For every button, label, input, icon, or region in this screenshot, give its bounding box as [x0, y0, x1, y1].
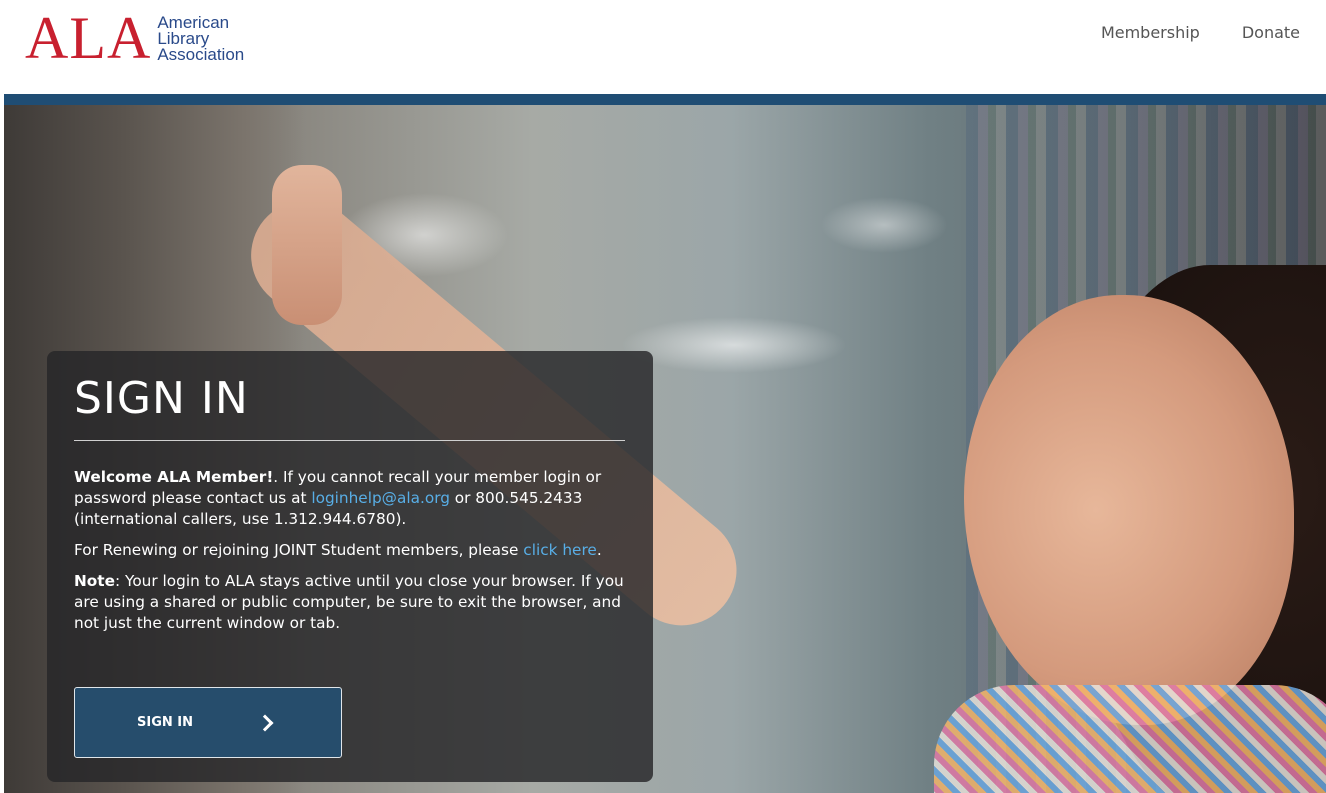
renew-text: For Renewing or rejoining JOINT Student …	[74, 541, 524, 559]
ala-logo[interactable]: ALA American Library Association	[25, 8, 244, 68]
welcome-heading: Welcome ALA Member!	[74, 468, 274, 486]
renew-paragraph: For Renewing or rejoining JOINT Student …	[74, 540, 629, 561]
chevron-right-icon	[256, 714, 274, 731]
panel-title: SIGN IN	[74, 373, 249, 424]
photo-shirt	[934, 685, 1326, 793]
panel-body: Welcome ALA Member!. If you cannot recal…	[74, 467, 629, 644]
nav-membership-link[interactable]: Membership	[1101, 23, 1200, 42]
title-divider	[74, 440, 625, 441]
header-accent-bar	[4, 94, 1326, 105]
email-link[interactable]: loginhelp@ala.org	[311, 489, 450, 507]
top-nav: Membership Donate	[1101, 23, 1300, 42]
renew-end: .	[596, 541, 602, 559]
logo-mark: ALA	[25, 5, 152, 71]
click-here-link[interactable]: click here	[523, 541, 597, 559]
sign-in-panel: SIGN IN Welcome ALA Member!. If you cann…	[47, 351, 653, 782]
welcome-paragraph: Welcome ALA Member!. If you cannot recal…	[74, 467, 629, 530]
sign-in-button-label: SIGN IN	[137, 715, 193, 730]
site-header: ALA American Library Association Members…	[0, 0, 1326, 94]
logo-text: American Library Association	[157, 13, 244, 63]
photo-hand	[272, 165, 342, 325]
note-paragraph: Note: Your login to ALA stays active unt…	[74, 571, 629, 634]
sign-in-button[interactable]: SIGN IN	[74, 687, 342, 758]
logo-line-association: Association	[157, 45, 245, 64]
nav-donate-link[interactable]: Donate	[1242, 23, 1300, 42]
note-text: : Your login to ALA stays active until y…	[74, 572, 624, 632]
note-label: Note	[74, 572, 115, 590]
